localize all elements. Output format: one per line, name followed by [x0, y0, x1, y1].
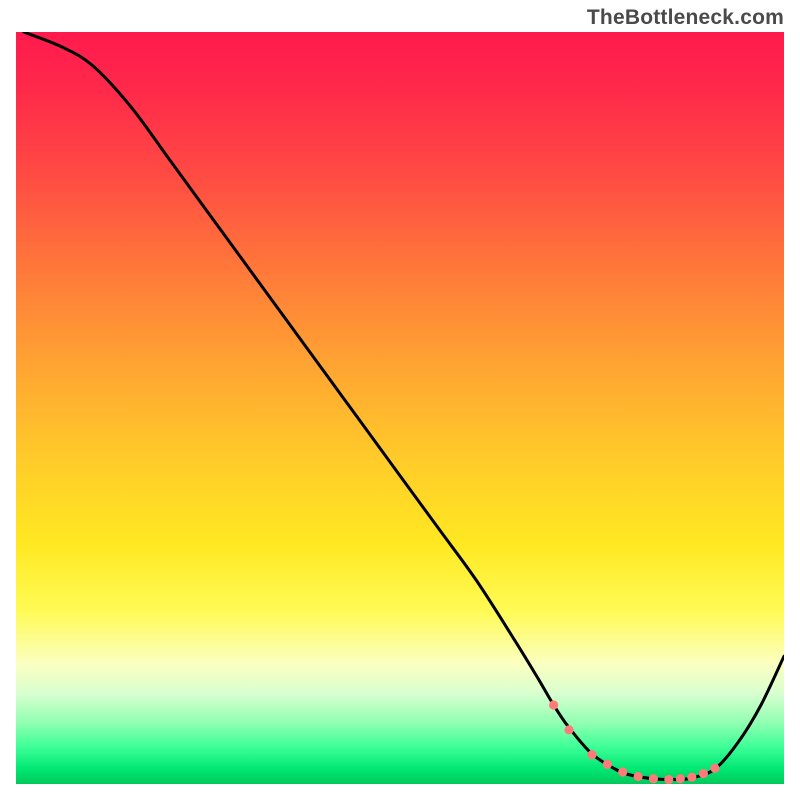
- highlight-marker: [549, 700, 558, 709]
- highlight-marker: [564, 725, 573, 734]
- highlight-marker: [587, 750, 596, 759]
- highlight-marker: [649, 774, 658, 783]
- chart-svg: [16, 32, 784, 784]
- attribution-text: TheBottleneck.com: [587, 6, 784, 30]
- bottleneck-curve: [24, 32, 784, 780]
- highlight-marker: [687, 773, 696, 782]
- highlight-marker: [603, 760, 612, 769]
- chart-container: { "attribution": "TheBottleneck.com", "c…: [0, 0, 800, 800]
- highlight-marker: [664, 775, 673, 784]
- highlight-marker: [699, 769, 708, 778]
- highlight-markers: [549, 700, 720, 784]
- highlight-marker: [676, 774, 685, 783]
- highlight-marker: [710, 764, 719, 773]
- highlight-marker: [618, 767, 627, 776]
- plot-area: [16, 32, 784, 784]
- highlight-marker: [634, 772, 643, 781]
